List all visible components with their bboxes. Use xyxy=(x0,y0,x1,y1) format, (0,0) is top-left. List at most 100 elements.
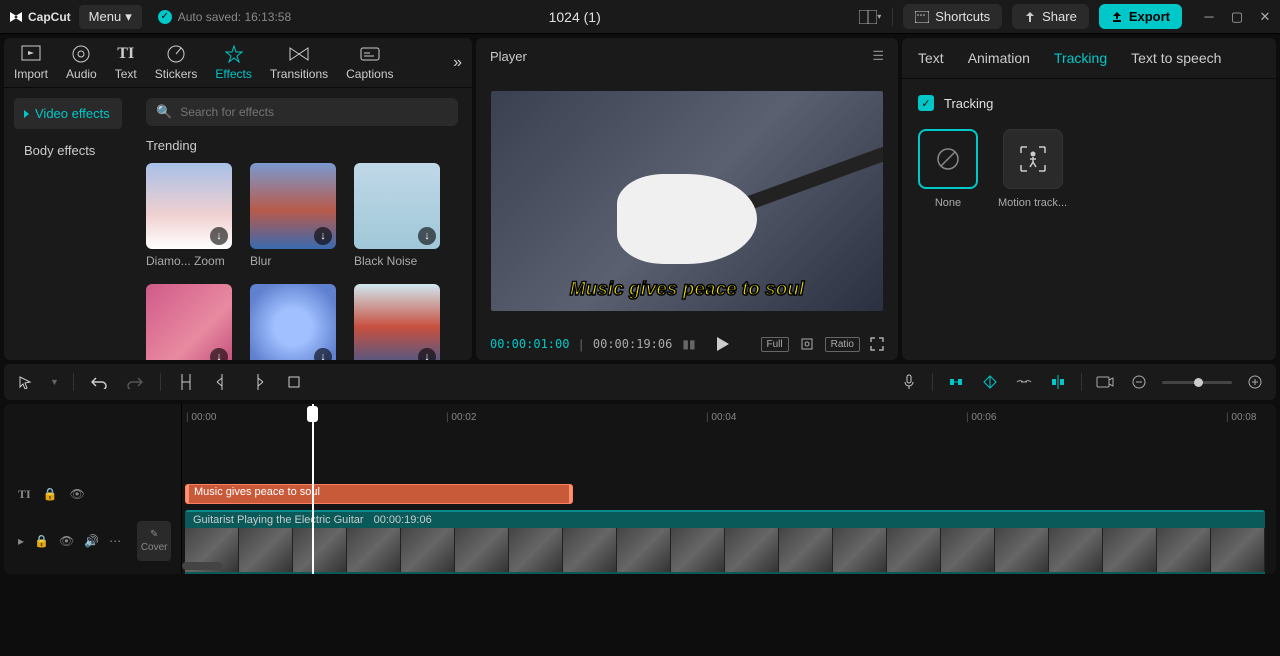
maximize-button[interactable]: ▢ xyxy=(1230,10,1244,24)
player-label: Player xyxy=(490,49,872,64)
fullscreen-button[interactable] xyxy=(870,337,884,351)
eye-icon[interactable]: 👁 xyxy=(59,534,74,548)
timecode-total: 00:00:19:06 xyxy=(593,337,672,351)
text-clip[interactable]: Music gives peace to soul xyxy=(185,484,573,504)
effect-card[interactable]: ↓Blur xyxy=(250,163,336,268)
delete-left-button[interactable] xyxy=(211,371,233,393)
download-icon[interactable]: ↓ xyxy=(418,227,436,245)
media-panel: Import Audio TIText Stickers Effects Tra… xyxy=(4,38,472,360)
shortcuts-button[interactable]: Shortcuts xyxy=(903,4,1002,29)
close-button[interactable]: ✕ xyxy=(1258,10,1272,24)
zoom-in-button[interactable] xyxy=(1244,371,1266,393)
tab-text[interactable]: Text xyxy=(918,50,944,66)
audio-icon xyxy=(71,44,91,64)
tab-tracking[interactable]: Tracking xyxy=(1054,50,1107,66)
crop-tool[interactable] xyxy=(283,371,305,393)
project-title: 1024 (1) xyxy=(299,9,850,25)
tab-effects[interactable]: Effects xyxy=(215,44,251,81)
share-button[interactable]: Share xyxy=(1012,4,1089,29)
timecode-current: 00:00:01:00 xyxy=(490,337,569,351)
effect-card[interactable]: ↓ xyxy=(146,284,232,360)
full-button[interactable]: Full xyxy=(761,337,789,352)
tracking-option-motion[interactable] xyxy=(1003,129,1063,189)
export-button[interactable]: Export xyxy=(1099,4,1182,29)
timeline-ruler[interactable]: | 00:00| 00:02| 00:04| 00:06| 00:08 xyxy=(182,404,1276,432)
more-tabs-button[interactable]: » xyxy=(453,54,462,72)
topbar: CapCut Menu ▾ ✓ Auto saved: 16:13:58 102… xyxy=(0,0,1280,34)
ruler-tick: | 00:08 xyxy=(1226,412,1256,423)
layout-button[interactable]: ▾ xyxy=(858,5,882,29)
tab-animation[interactable]: Animation xyxy=(968,50,1030,66)
zoom-out-button[interactable] xyxy=(1128,371,1150,393)
inspector-tabs: Text Animation Tracking Text to speech xyxy=(902,38,1276,79)
search-box[interactable]: 🔍 xyxy=(146,98,458,126)
download-icon[interactable]: ↓ xyxy=(314,348,332,360)
crop-button[interactable] xyxy=(799,336,815,352)
download-icon[interactable]: ↓ xyxy=(314,227,332,245)
effect-card[interactable]: ↓ xyxy=(250,284,336,360)
ratio-button[interactable]: Ratio xyxy=(825,337,860,352)
video-clip[interactable]: Guitarist Playing the Electric Guitar 00… xyxy=(185,510,1265,574)
mic-button[interactable] xyxy=(898,371,920,393)
tab-import[interactable]: Import xyxy=(14,44,48,81)
sidebar-item-video-effects[interactable]: Video effects xyxy=(14,98,122,129)
timeline-scrollbar[interactable] xyxy=(182,562,222,570)
compare-icon[interactable]: ▮▮ xyxy=(682,337,695,351)
eye-icon[interactable]: 👁 xyxy=(70,487,85,501)
effect-card[interactable]: ↓Black Noise xyxy=(354,163,440,268)
timeline-tracks[interactable]: | 00:00| 00:02| 00:04| 00:06| 00:08 Musi… xyxy=(182,404,1276,574)
tab-audio[interactable]: Audio xyxy=(66,44,97,81)
tab-text[interactable]: TIText xyxy=(115,44,137,81)
none-icon xyxy=(935,146,961,172)
magnet-button[interactable] xyxy=(945,371,967,393)
tab-tts[interactable]: Text to speech xyxy=(1131,50,1221,66)
preview-render-button[interactable] xyxy=(1094,371,1116,393)
video-track-icon: ▸ xyxy=(18,534,24,548)
play-button[interactable] xyxy=(716,336,730,352)
export-icon xyxy=(1111,11,1123,23)
motion-track-icon xyxy=(1018,144,1048,174)
effect-card[interactable]: ↓Diamo... Zoom xyxy=(146,163,232,268)
playhead[interactable] xyxy=(312,404,314,574)
overlay-text: Music gives peace to soul xyxy=(570,279,804,301)
mute-icon[interactable]: 🔊 xyxy=(84,534,99,548)
preview-axis-button[interactable] xyxy=(1047,371,1069,393)
tab-transitions[interactable]: Transitions xyxy=(270,44,328,81)
tracking-option-none[interactable] xyxy=(918,129,978,189)
player-menu-button[interactable]: ☰ xyxy=(872,48,884,64)
link-button[interactable] xyxy=(1013,371,1035,393)
tracking-label: Tracking xyxy=(944,96,993,111)
player-panel: Player ☰ Music gives peace to soul 00:00… xyxy=(476,38,898,360)
captions-icon xyxy=(360,44,380,64)
tracking-checkbox[interactable]: ✓ xyxy=(918,95,934,111)
timeline: TI 🔒 👁 ▸ 🔒 👁 🔊 ⋯ ✎ Cover | 00:00| 00:02|… xyxy=(4,404,1276,574)
zoom-slider[interactable] xyxy=(1162,381,1232,384)
lock-icon[interactable]: 🔒 xyxy=(34,534,49,548)
split-button[interactable] xyxy=(175,371,197,393)
chevron-down-icon: ▾ xyxy=(125,9,132,25)
more-icon[interactable]: ⋯ xyxy=(109,534,121,548)
player-preview[interactable]: Music gives peace to soul xyxy=(491,91,883,311)
cover-button[interactable]: ✎ Cover xyxy=(137,521,171,561)
lock-icon[interactable]: 🔒 xyxy=(43,487,58,501)
download-icon[interactable]: ↓ xyxy=(210,348,228,360)
sidebar-item-body-effects[interactable]: Body effects xyxy=(14,135,122,166)
selection-tool[interactable] xyxy=(14,371,36,393)
search-input[interactable] xyxy=(180,105,448,119)
redo-button[interactable] xyxy=(124,371,146,393)
clip-name: Guitarist Playing the Electric Guitar xyxy=(193,514,364,526)
effects-icon xyxy=(224,44,244,64)
undo-button[interactable] xyxy=(88,371,110,393)
video-track-head: ▸ 🔒 👁 🔊 ⋯ ✎ Cover xyxy=(4,521,181,561)
download-icon[interactable]: ↓ xyxy=(418,348,436,360)
minimize-button[interactable]: ─ xyxy=(1202,10,1216,24)
snap-button[interactable] xyxy=(979,371,1001,393)
download-icon[interactable]: ↓ xyxy=(210,227,228,245)
menu-button[interactable]: Menu ▾ xyxy=(79,5,142,29)
delete-right-button[interactable] xyxy=(247,371,269,393)
pencil-icon: ✎ xyxy=(150,529,158,540)
tab-captions[interactable]: Captions xyxy=(346,44,393,81)
ruler-tick: | 00:06 xyxy=(966,412,996,423)
tab-stickers[interactable]: Stickers xyxy=(155,44,198,81)
effect-card[interactable]: ↓ xyxy=(354,284,440,360)
